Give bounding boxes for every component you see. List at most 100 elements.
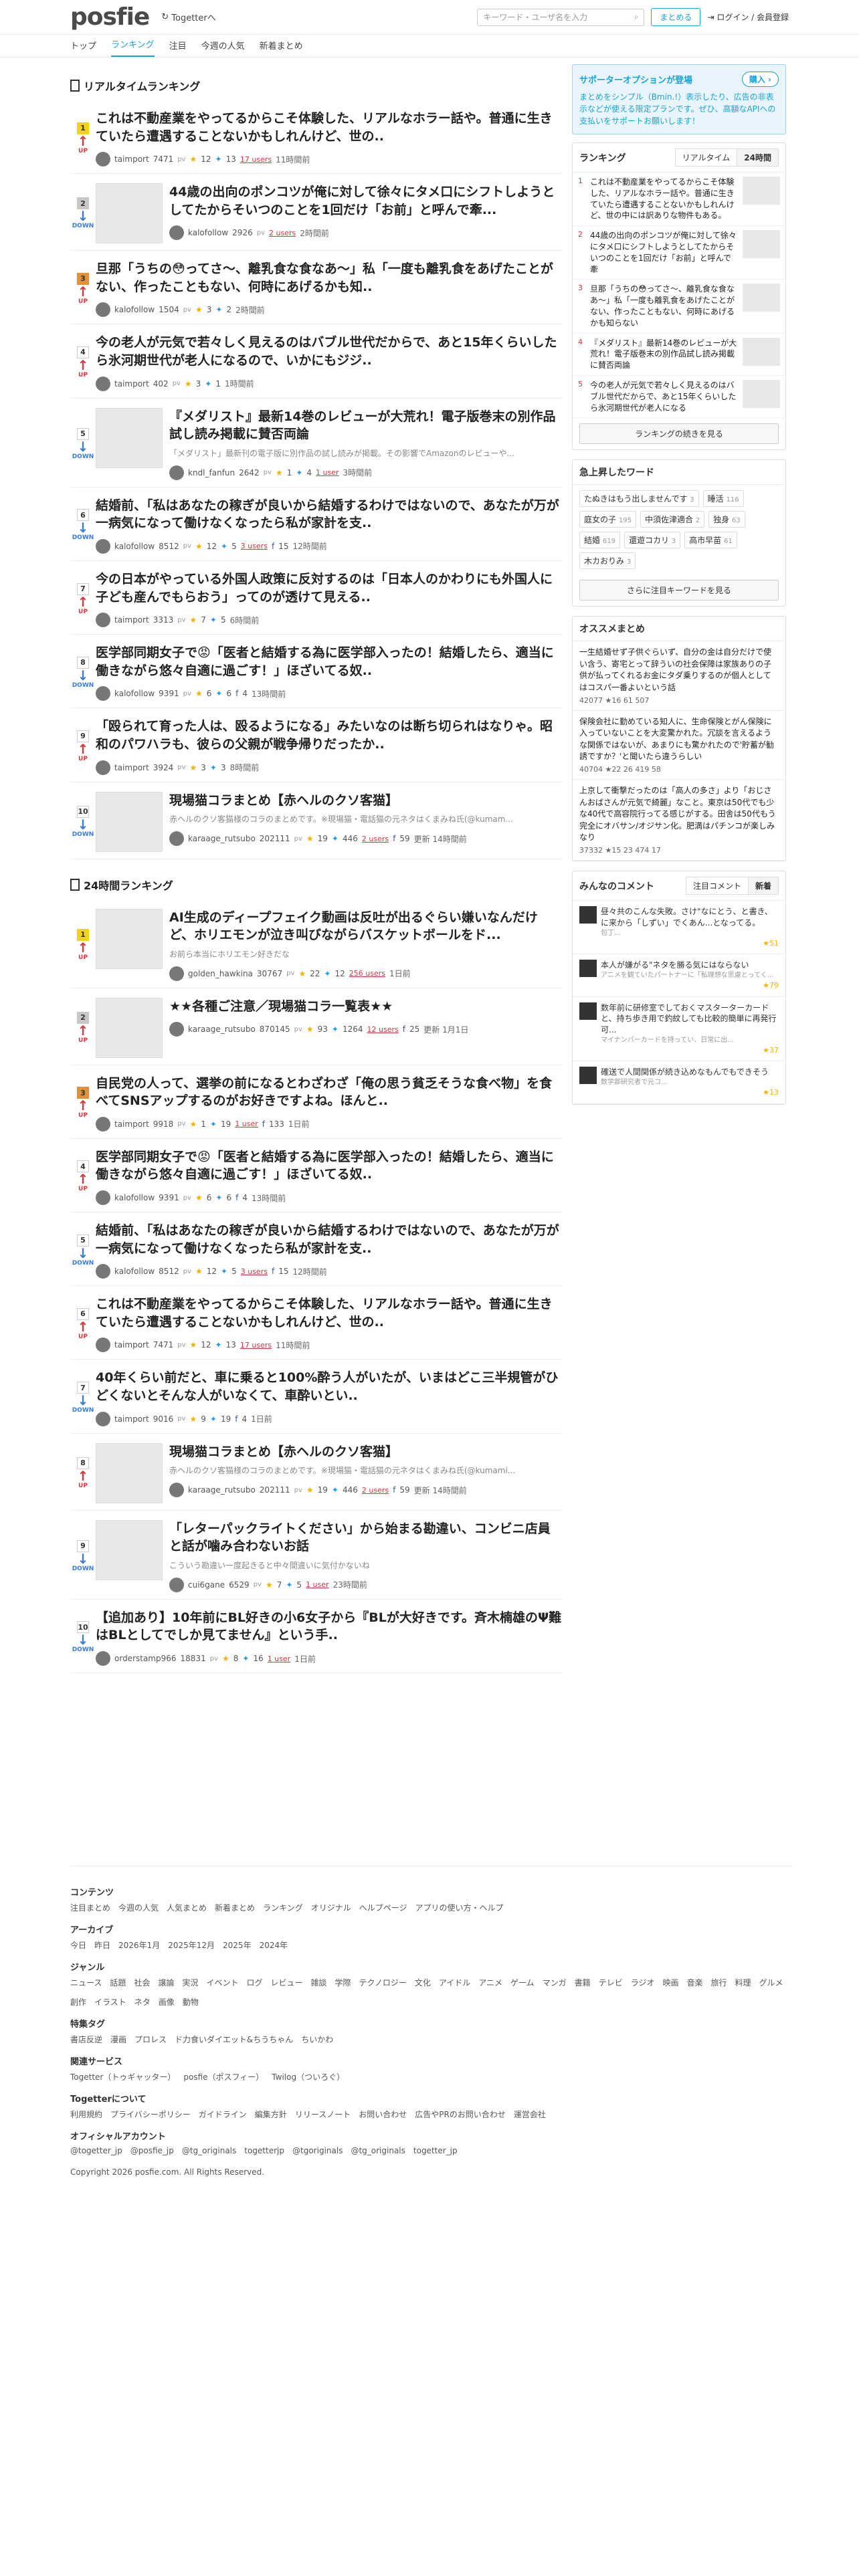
author-name[interactable]: taimport [114, 1119, 149, 1129]
footer-link[interactable]: 2024年 [260, 1939, 288, 1951]
thumbnail-image[interactable] [96, 183, 163, 244]
ranking-item[interactable]: 7 ↑ UP 今の日本がやっている外国人政策に反対するのは「日本人のかわりにも外国人に… [70, 561, 562, 635]
footer-link[interactable]: テクノロジー [359, 1977, 407, 1988]
thumbnail-image[interactable] [96, 908, 163, 969]
ranking-item[interactable]: 6 ↓ DOWN 結婚前、「私はあなたの稼ぎが良いから結婚するわけではないので、あなた… [70, 488, 562, 561]
footer-link[interactable]: 社会 [134, 1977, 150, 1988]
author-name[interactable]: golden_hawkina [188, 969, 253, 978]
search-input[interactable]: キーワード・ユーザ名を入力 ⌕ [477, 8, 645, 26]
footer-link[interactable]: 雑談 [311, 1977, 327, 1988]
nav-top[interactable]: トップ [70, 39, 96, 57]
recommend-item[interactable]: 上京して衝撃だったのは「高人の多さ」より「おじさんおばさんが元気で綺麗」なこと。… [573, 780, 785, 861]
item-title[interactable]: 医学部同期女子で😡「医者と結婚する為に医学部入ったの！結婚したら、適当に働きなが… [96, 644, 562, 679]
avatar[interactable] [96, 613, 110, 628]
avatar[interactable] [169, 1022, 184, 1037]
footer-link[interactable]: @tg_originals [351, 2146, 405, 2155]
avatar[interactable] [96, 760, 110, 775]
avatar[interactable] [96, 538, 110, 554]
recommend-item[interactable]: 保険会社に勤めている知人に、生命保険とがん保険に入っていないことを大変驚かれた。… [573, 711, 785, 780]
thumbnail-image[interactable] [96, 1519, 163, 1580]
keywords-more-button[interactable]: さらに注目キーワードを見る [579, 580, 779, 601]
footer-link[interactable]: 利用規約 [70, 2109, 102, 2120]
avatar[interactable] [96, 1116, 110, 1132]
footer-link[interactable]: @tg_originals [182, 2146, 236, 2155]
footer-link[interactable]: 話題 [110, 1977, 126, 1988]
footer-link[interactable]: @tgoriginals [292, 2146, 343, 2155]
footer-link[interactable]: 学際 [335, 1977, 351, 1988]
bookmark-users[interactable]: 17 users [240, 1341, 272, 1350]
avatar[interactable] [169, 966, 184, 981]
footer-link[interactable]: テレビ [599, 1977, 623, 1988]
footer-link[interactable]: 音楽 [686, 1977, 702, 1988]
tab-new-comments[interactable]: 新着 [747, 877, 779, 895]
author-name[interactable]: cui6gane [188, 1580, 225, 1590]
ranking-item[interactable]: 1 ↑ UP AI生成のディープフェイク動画は反吐が出るぐらい嫌いなんだけど、ホリエモ… [70, 899, 562, 988]
author-name[interactable]: taimport [114, 379, 149, 389]
ranking-item[interactable]: 3 ↑ UP 自民党の人って、選挙の前になるとわざわざ「俺の思う貧乏そうな食べ物」を食… [70, 1065, 562, 1139]
footer-link[interactable]: 今週の人気 [118, 1902, 159, 1913]
avatar[interactable] [96, 1411, 110, 1426]
tab-24h[interactable]: 24時間 [737, 148, 779, 167]
footer-link[interactable]: 漫画 [110, 2034, 126, 2045]
author-name[interactable]: orderstamp966 [114, 1654, 177, 1663]
item-title[interactable]: 現場猫コラまとめ【赤ヘルのクソ客猫】 [169, 792, 562, 810]
nav-new[interactable]: 新着まとめ [260, 39, 303, 57]
comment-item[interactable]: 確送で人間関係が続き込めなもんでもできそう 数学部研究者で元コ... ★13 [573, 1061, 785, 1104]
search-icon[interactable]: ⌕ [634, 12, 639, 22]
author-name[interactable]: taimport [114, 763, 149, 772]
footer-link[interactable]: 料理 [735, 1977, 751, 1988]
bookmark-users[interactable]: 17 users [240, 155, 272, 164]
avatar[interactable] [96, 376, 110, 391]
footer-link[interactable]: ゲーム [510, 1977, 535, 1988]
footer-link[interactable]: ネタ [134, 1996, 151, 2008]
keyword-chip[interactable]: 高市早苗 61 [684, 532, 737, 549]
author-name[interactable]: kalofollow [188, 228, 228, 237]
bookmark-users[interactable]: 2 users [362, 835, 389, 843]
keyword-chip[interactable]: 庭女の子 195 [579, 511, 636, 528]
avatar[interactable] [169, 1483, 184, 1498]
ranking-more-button[interactable]: ランキングの続きを見る [579, 423, 779, 445]
ranking-item[interactable]: 4 ↑ UP 医学部同期女子で😡「医者と結婚する為に医学部入ったの！結婚したら、適当に… [70, 1139, 562, 1213]
footer-link[interactable]: イラスト [94, 1996, 126, 2008]
thumbnail-image[interactable] [96, 997, 163, 1058]
avatar[interactable] [96, 1264, 110, 1279]
footer-link[interactable]: Twilog（ついろぐ） [272, 2071, 345, 2082]
footer-link[interactable]: レビュー [271, 1977, 303, 1988]
author-name[interactable]: kalofollow [114, 542, 155, 551]
avatar[interactable] [169, 1577, 184, 1592]
footer-link[interactable]: お問い合わせ [359, 2109, 407, 2120]
tab-realtime[interactable]: リアルタイム [674, 148, 738, 167]
ranking-item[interactable]: 6 ↑ UP これは不動産業をやってるからこそ体験した、リアルなホラー話や。普通に生き… [70, 1286, 562, 1360]
footer-link[interactable]: posfie（ポスフィー） [183, 2071, 264, 2082]
avatar[interactable] [96, 152, 110, 167]
posfie-logo[interactable]: posfie [70, 3, 150, 31]
author-name[interactable]: kndl_fanfun [188, 468, 235, 477]
item-title[interactable]: 【追加あり】10年前にBL好きの小6女子から『BLが大好きです。斉木楠雄のΨ難は… [96, 1609, 562, 1644]
avatar[interactable] [169, 225, 184, 241]
item-title[interactable]: 『メダリスト』最新14巻のレビューが大荒れ！電子版巻末の別作品試し読み掲載に賛否… [169, 408, 562, 443]
tab-attention-comments[interactable]: 注目コメント [685, 877, 749, 895]
togetter-link[interactable]: ↻ Togetterへ [161, 11, 215, 23]
avatar[interactable] [96, 1190, 110, 1206]
ranking-item[interactable]: 9 ↑ UP 「殴られて育った人は、殴るようになる」みたいなのは断ち切られはなりゃ。昭… [70, 708, 562, 782]
ranking-item[interactable]: 5 ↓ DOWN 『メダリスト』最新14巻のレビューが大荒れ！電子版巻末の別作品試し読… [70, 399, 562, 488]
bookmark-users[interactable]: 1 user [268, 1654, 291, 1663]
bookmark-users[interactable]: 1 user [306, 1580, 329, 1589]
item-title[interactable]: 結婚前、「私はあなたの稼ぎが良いから結婚するわけではないので、あなたが万が一病気… [96, 1222, 562, 1257]
nav-weekly[interactable]: 今週の人気 [201, 39, 245, 57]
avatar[interactable] [96, 1337, 110, 1353]
item-title[interactable]: AI生成のディープフェイク動画は反吐が出るぐらい嫌いなんだけど、ホリエモンが泣き… [169, 909, 562, 944]
footer-link[interactable]: 運営会社 [514, 2109, 546, 2120]
footer-link[interactable]: Togetter（トゥギャッター） [70, 2071, 175, 2082]
footer-link[interactable]: 旅行 [711, 1977, 727, 1988]
item-title[interactable]: 40年くらい前だと、車に乗ると100%酔う人がいたが、いまはどこ三半規管がひどく… [96, 1369, 562, 1404]
avatar[interactable] [96, 686, 110, 702]
keyword-chip[interactable]: 結婚 619 [579, 532, 620, 549]
author-name[interactable]: kalofollow [114, 1267, 155, 1276]
footer-link[interactable]: togetter_jp [413, 2146, 458, 2155]
item-title[interactable]: 現場猫コラまとめ【赤ヘルのクソ客猫】 [169, 1443, 562, 1461]
ranking-item[interactable]: 10 ↓ DOWN 現場猫コラまとめ【赤ヘルのクソ客猫】 赤ヘルのクソ客猫様のコラのまと… [70, 782, 562, 859]
footer-link[interactable]: 編集方針 [255, 2109, 287, 2120]
author-name[interactable]: taimport [114, 154, 149, 164]
buy-button[interactable]: 購入 › [741, 72, 779, 87]
